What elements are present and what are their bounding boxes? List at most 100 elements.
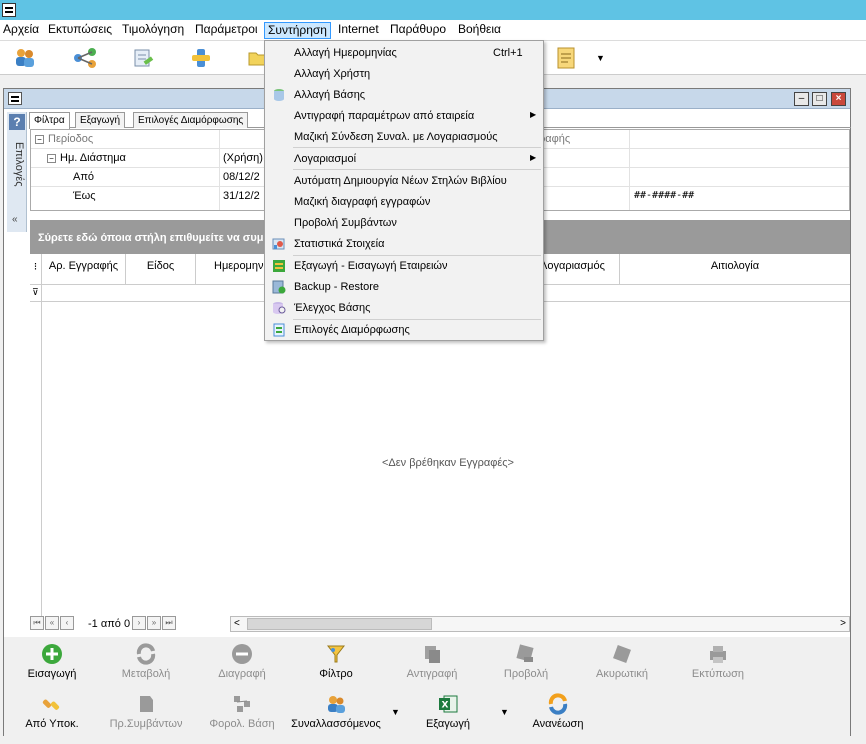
close-button[interactable]: × bbox=[831, 92, 846, 106]
date-range-value[interactable]: (Χρήση) bbox=[223, 152, 263, 164]
menu-separator bbox=[293, 169, 541, 170]
first-record-button[interactable]: ⏮ bbox=[30, 616, 44, 630]
filter-label: Φίλτρο bbox=[319, 668, 353, 680]
menu-item-bulk-link[interactable]: Μαζική Σύνδεση Συναλ. με Λογαριασμούς bbox=[266, 127, 542, 147]
account-mask-field[interactable]: ##-####-## bbox=[634, 190, 694, 201]
scroll-left-icon[interactable]: < bbox=[234, 618, 240, 629]
insert-button[interactable]: Εισαγωγή bbox=[4, 643, 100, 683]
delete-button[interactable]: Διαγραφή bbox=[194, 643, 290, 683]
export-button[interactable]: X Εξαγωγή bbox=[400, 693, 496, 733]
window-system-icon[interactable] bbox=[8, 92, 22, 105]
tab-filters[interactable]: Φίλτρα bbox=[29, 112, 70, 129]
from-subaccount-button[interactable]: Από Υποκ. bbox=[4, 693, 100, 733]
help-icon[interactable]: ? bbox=[9, 114, 25, 130]
menu-maintenance[interactable]: Συντήρηση bbox=[264, 22, 331, 39]
options-icon bbox=[272, 323, 286, 337]
trader-label: Συναλλασσόμενος bbox=[291, 718, 381, 730]
statistics-icon bbox=[272, 237, 286, 251]
prev-page-button[interactable]: « bbox=[45, 616, 59, 630]
database-check-icon bbox=[272, 301, 286, 315]
record-position: -1 από 0 bbox=[88, 618, 131, 630]
prev-record-button[interactable]: ‹ bbox=[60, 616, 74, 630]
menu-item-accounts[interactable]: Λογαριασμοί ▶ bbox=[266, 149, 542, 169]
date-from-label: Από bbox=[73, 171, 95, 183]
cancel-entry-button[interactable]: Ακυρωτική bbox=[574, 643, 670, 683]
menu-files[interactable]: Αρχεία bbox=[0, 22, 42, 39]
menu-item-label: Αλλαγή Χρήστη bbox=[294, 68, 371, 80]
event-record-button[interactable]: Πρ.Συμβάντων bbox=[98, 693, 194, 733]
trader-button[interactable]: Συναλλασσόμενος bbox=[288, 693, 384, 733]
horizontal-scrollbar[interactable]: < > bbox=[230, 616, 850, 632]
date-to-field[interactable]: 31/12/2 bbox=[223, 190, 260, 202]
menu-item-statistics[interactable]: Στατιστικά Στοιχεία bbox=[266, 234, 542, 254]
menu-item-change-date[interactable]: Αλλαγή Ημερομηνίας Ctrl+1 bbox=[266, 43, 542, 63]
empty-grid-message: <Δεν βρέθηκαν Εγγραφές> bbox=[382, 457, 514, 469]
maintenance-menu-dropdown: Αλλαγή Ημερομηνίας Ctrl+1 Αλλαγή Χρήστη … bbox=[264, 40, 544, 341]
column-reason[interactable]: Αιτιολογία bbox=[620, 254, 850, 285]
date-range-label: Ημ. Διάστημα bbox=[60, 152, 126, 164]
checklist-icon[interactable] bbox=[553, 45, 579, 71]
menu-item-auto-columns[interactable]: Αυτόματη Δημιουργία Νέων Στηλών Βιβλίου bbox=[266, 171, 542, 191]
collapse-category-icon[interactable]: − bbox=[35, 135, 44, 144]
column-type[interactable]: Είδος bbox=[126, 254, 196, 285]
connections-icon[interactable] bbox=[72, 45, 98, 71]
menu-item-check-database[interactable]: Έλεγχος Βάσης bbox=[266, 298, 542, 318]
database-icon bbox=[272, 88, 286, 102]
filter-button[interactable]: Φίλτρο bbox=[288, 643, 384, 683]
menu-internet[interactable]: Internet bbox=[335, 22, 382, 39]
menu-item-backup-restore[interactable]: Backup - Restore bbox=[266, 277, 542, 297]
date-from-field[interactable]: 08/12/2 bbox=[223, 171, 260, 183]
toolbar-dropdown-arrow-icon[interactable]: ▼ bbox=[596, 53, 605, 63]
tax-base-button[interactable]: Φορολ. Βάση bbox=[194, 693, 290, 733]
refresh-button[interactable]: Ανανέωση bbox=[510, 693, 606, 733]
export-dropdown-arrow-icon[interactable]: ▼ bbox=[500, 707, 509, 717]
menu-window[interactable]: Παράθυρο bbox=[387, 22, 449, 39]
menu-item-view-events[interactable]: Προβολή Συμβάντων bbox=[266, 213, 542, 233]
menu-item-change-user[interactable]: Αλλαγή Χρήστη bbox=[266, 64, 542, 84]
menu-invoicing[interactable]: Τιμολόγηση bbox=[119, 22, 187, 39]
document-edit-icon[interactable] bbox=[130, 45, 156, 71]
filter-icon bbox=[325, 643, 347, 665]
insert-label: Εισαγωγή bbox=[27, 668, 77, 680]
menu-item-bulk-delete[interactable]: Μαζική διαγραφή εγγραφών bbox=[266, 192, 542, 212]
refresh-icon bbox=[547, 693, 569, 715]
maximize-button[interactable]: □ bbox=[812, 92, 827, 106]
menu-prints[interactable]: Εκτυπώσεις bbox=[45, 22, 115, 39]
menu-parameters[interactable]: Παράμετροι bbox=[192, 22, 261, 39]
tab-export[interactable]: Εξαγωγή bbox=[75, 112, 126, 128]
menu-item-label: Λογαριασμοί bbox=[294, 153, 357, 165]
menu-item-import-export[interactable]: Εξαγωγή - Εισαγωγή Εταιρειών bbox=[266, 256, 542, 276]
scroll-right-icon[interactable]: > bbox=[840, 618, 846, 629]
options-panel-label[interactable]: Επιλογές bbox=[9, 142, 25, 212]
trader-dropdown-arrow-icon[interactable]: ▼ bbox=[391, 707, 400, 717]
view-button[interactable]: Προβολή bbox=[478, 643, 574, 683]
menu-help[interactable]: Βοήθεια bbox=[455, 22, 504, 39]
view-icon bbox=[515, 643, 537, 665]
modify-button[interactable]: Μεταβολή bbox=[98, 643, 194, 683]
date-to-label: Έως bbox=[73, 190, 96, 202]
last-record-button[interactable]: ⏭ bbox=[162, 616, 176, 630]
scrollbar-thumb[interactable] bbox=[247, 618, 432, 630]
refresh-edit-icon bbox=[135, 643, 157, 665]
collapse-chevron-icon[interactable]: « bbox=[12, 214, 18, 225]
minimize-button[interactable]: – bbox=[794, 92, 809, 106]
next-record-button[interactable]: › bbox=[132, 616, 146, 630]
users-icon[interactable] bbox=[12, 45, 38, 71]
column-entry-no[interactable]: Αρ. Εγγραφής bbox=[42, 254, 126, 285]
menu-item-copy-params[interactable]: Αντιγραφή παραμέτρων από εταιρεία ▶ bbox=[266, 106, 542, 126]
cancel-entry-label: Ακυρωτική bbox=[596, 668, 648, 680]
next-page-button[interactable]: » bbox=[147, 616, 161, 630]
category-label: Περίοδος bbox=[48, 133, 94, 145]
collapse-range-icon[interactable]: − bbox=[47, 154, 56, 163]
print-button[interactable]: Εκτύπωση bbox=[670, 643, 766, 683]
menu-item-shortcut: Ctrl+1 bbox=[493, 47, 523, 59]
submenu-arrow-icon: ▶ bbox=[530, 153, 537, 162]
tab-layout-options[interactable]: Επιλογές Διαμόρφωσης bbox=[133, 112, 249, 128]
menu-item-layout-options[interactable]: Επιλογές Διαμόρφωσης bbox=[266, 320, 542, 340]
menu-item-change-database[interactable]: Αλλαγή Βάσης bbox=[266, 85, 542, 105]
plugin-icon[interactable] bbox=[188, 45, 214, 71]
app-system-icon[interactable] bbox=[2, 3, 16, 17]
copy-button[interactable]: Αντιγραφή bbox=[384, 643, 480, 683]
cancel-entry-icon bbox=[611, 643, 633, 665]
menu-item-label: Μαζική Σύνδεση Συναλ. με Λογαριασμούς bbox=[294, 131, 498, 143]
